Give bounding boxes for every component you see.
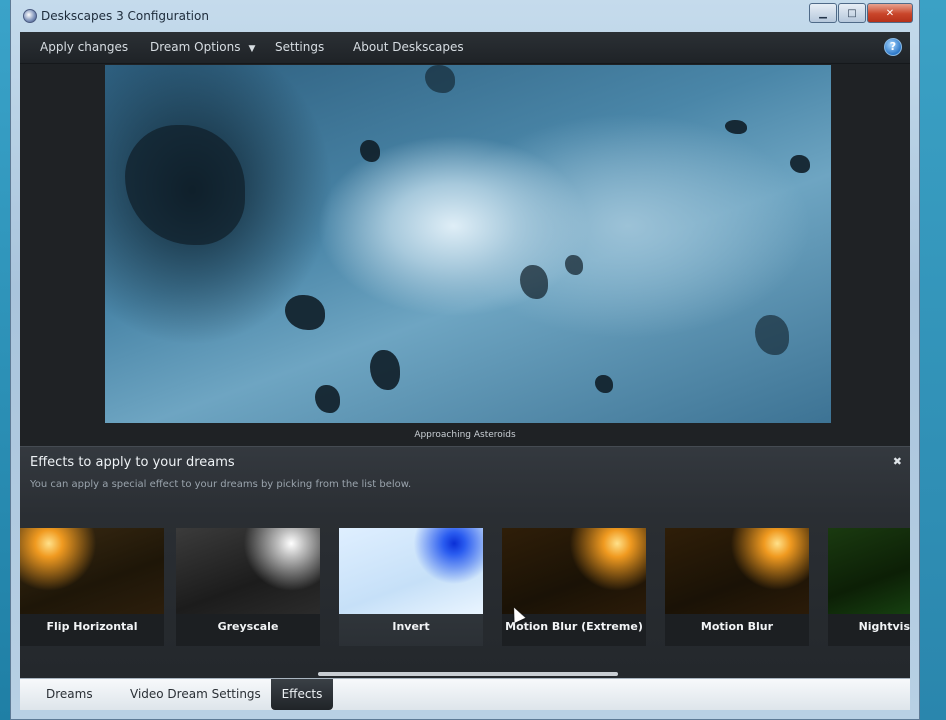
menu-dream-options[interactable]: Dream Options ▼ xyxy=(150,40,255,54)
help-icon[interactable]: ? xyxy=(884,38,902,56)
maximize-icon: □ xyxy=(847,7,857,19)
asteroid-shape xyxy=(360,140,380,162)
asteroid-shape xyxy=(755,315,789,355)
client-area: Apply changes Dream Options ▼ Settings Ab… xyxy=(20,32,910,710)
effect-thumbnail xyxy=(176,528,320,614)
effect-label: Invert xyxy=(392,620,430,633)
effects-scrollbar-thumb[interactable] xyxy=(318,672,618,676)
minimize-button[interactable]: ▁ xyxy=(809,3,837,23)
desktop-background-right xyxy=(920,0,946,720)
preview-caption: Approaching Asteroids xyxy=(414,430,516,440)
tab-effects[interactable]: Effects xyxy=(271,679,333,710)
effect-label: Greyscale xyxy=(217,620,279,633)
asteroid-shape xyxy=(425,65,455,93)
effect-thumbnail xyxy=(665,528,809,614)
dream-preview-image xyxy=(105,65,831,423)
minimize-icon: ▁ xyxy=(819,7,827,19)
asteroid-shape xyxy=(565,255,583,275)
window-title: Deskscapes 3 Configuration xyxy=(41,9,209,23)
effect-label: Flip Horizontal xyxy=(46,620,138,633)
effects-title: Effects to apply to your dreams xyxy=(30,455,235,470)
effect-thumbnail xyxy=(339,528,483,614)
effects-scrollbar[interactable] xyxy=(318,672,618,676)
title-bar[interactable]: Deskscapes 3 Configuration ▁ □ ✕ xyxy=(11,0,919,32)
menu-settings[interactable]: Settings xyxy=(275,40,324,54)
effects-subtitle: You can apply a special effect to your d… xyxy=(30,479,412,490)
effect-tile-motion-blur[interactable]: Motion Blur xyxy=(665,528,809,646)
effect-thumbnail xyxy=(828,528,910,614)
menu-about[interactable]: About Deskscapes xyxy=(353,40,464,54)
effect-tile-motion-blur-extreme[interactable]: Motion Blur (Extreme) xyxy=(502,528,646,646)
effects-panel: Effects to apply to your dreams You can … xyxy=(20,446,910,679)
asteroid-shape xyxy=(790,155,810,173)
effect-label: Motion Blur (Extreme) xyxy=(505,620,643,633)
caption-buttons: ▁ □ ✕ xyxy=(808,3,913,23)
effect-label: Nightvis xyxy=(858,620,910,633)
maximize-button[interactable]: □ xyxy=(838,3,866,23)
effect-label: Motion Blur xyxy=(700,620,774,633)
effect-tile-greyscale[interactable]: Greyscale xyxy=(176,528,320,646)
effect-thumbnail xyxy=(502,528,646,614)
app-window: Deskscapes 3 Configuration ▁ □ ✕ Apply c… xyxy=(10,0,920,720)
menu-bar: Apply changes Dream Options ▼ Settings Ab… xyxy=(20,32,910,64)
asteroid-shape xyxy=(125,125,245,245)
asteroid-shape xyxy=(725,120,747,134)
preview-area: Approaching Asteroids xyxy=(20,64,910,446)
asteroid-shape xyxy=(315,385,340,413)
close-icon[interactable]: ✖ xyxy=(893,455,902,468)
asteroid-shape xyxy=(520,265,548,299)
tab-video-dream-settings[interactable]: Video Dream Settings xyxy=(130,679,261,710)
effect-thumbnail xyxy=(20,528,164,614)
effect-tile-nightvision[interactable]: Nightvis xyxy=(828,528,910,646)
close-button[interactable]: ✕ xyxy=(867,3,913,23)
bottom-tab-bar: Dreams Video Dream Settings Effects xyxy=(20,678,910,710)
effect-tile-invert[interactable]: Invert xyxy=(339,528,483,646)
asteroid-shape xyxy=(285,295,325,330)
app-icon xyxy=(23,9,37,23)
asteroid-shape xyxy=(370,350,400,390)
close-icon: ✕ xyxy=(885,7,895,19)
menu-apply-changes[interactable]: Apply changes xyxy=(40,40,128,54)
chevron-down-icon: ▼ xyxy=(248,44,256,54)
effect-tile-flip-horizontal[interactable]: Flip Horizontal xyxy=(20,528,164,646)
asteroid-shape xyxy=(595,375,613,393)
menu-dream-options-label: Dream Options xyxy=(150,40,241,54)
tab-dreams[interactable]: Dreams xyxy=(46,679,93,710)
